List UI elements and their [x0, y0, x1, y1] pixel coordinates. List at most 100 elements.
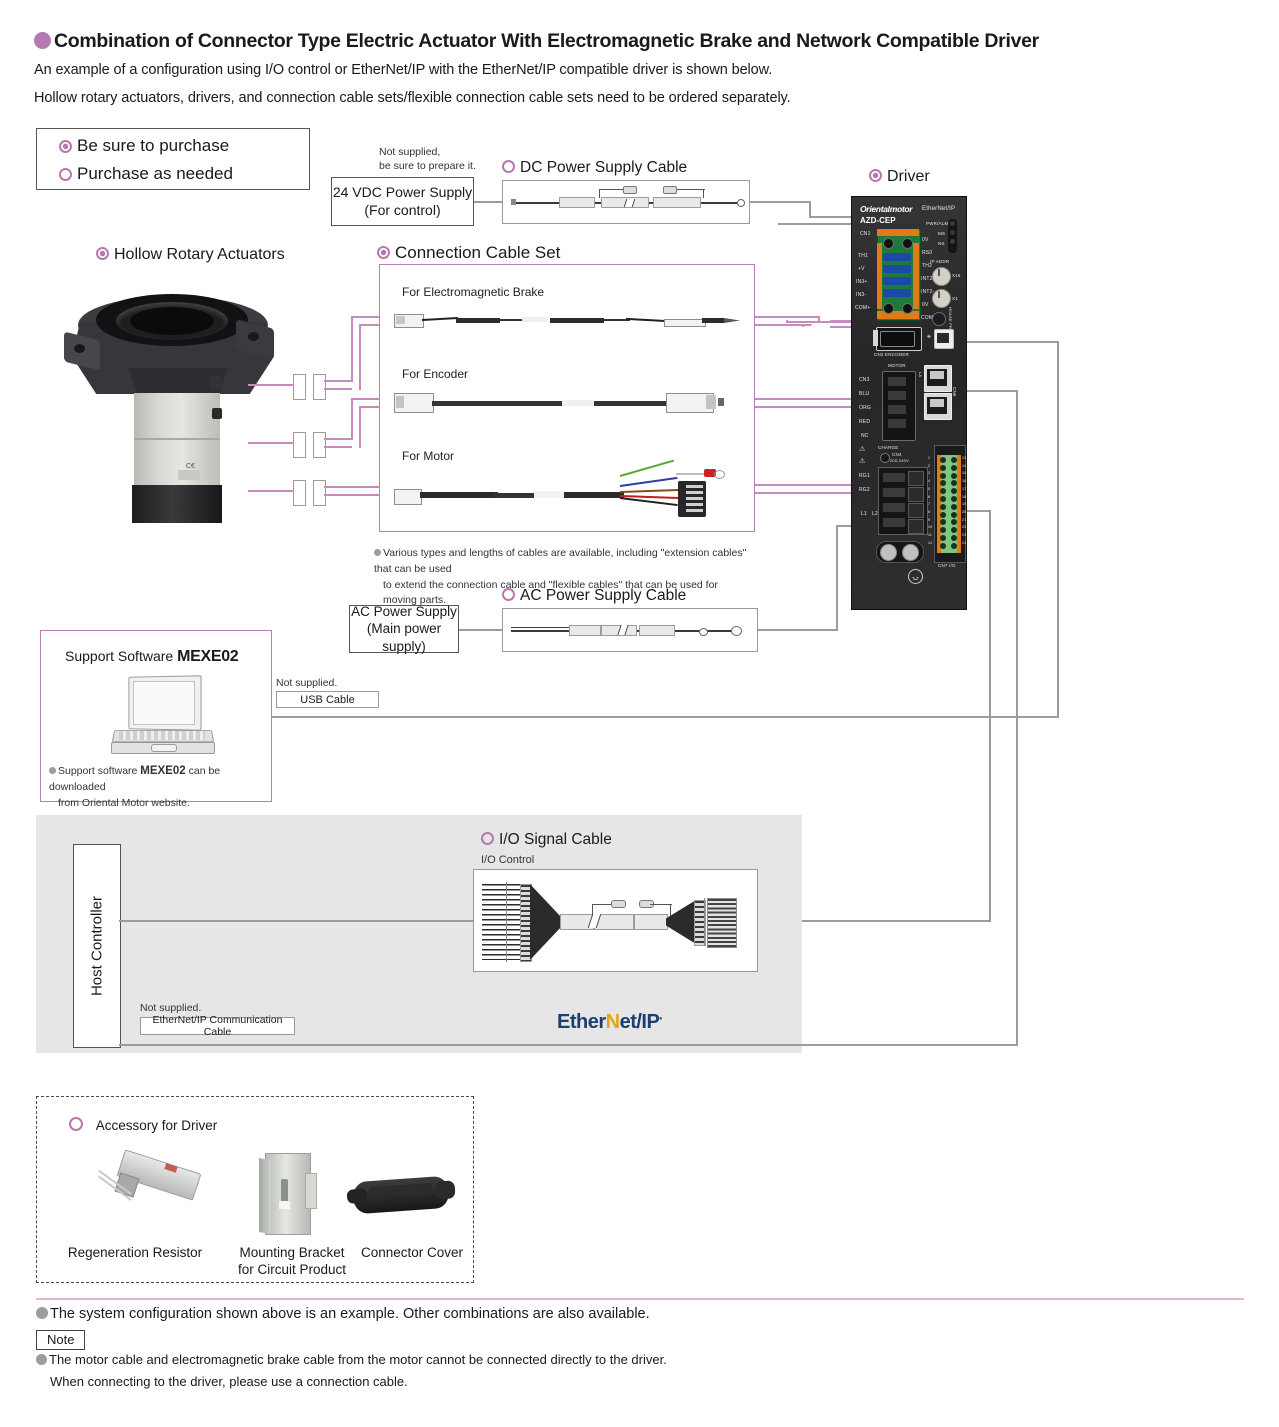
- page-title-text: Combination of Connector Type Electric A…: [54, 30, 1039, 52]
- ac-power-supply-box: AC Power Supply (Main power supply): [349, 604, 459, 654]
- cable-image-motor: [394, 459, 742, 517]
- footer-note-2: When connecting to the driver, please us…: [50, 1374, 408, 1389]
- ac-power-supply-line2: (Main power supply): [366, 621, 442, 654]
- actuator-plug-encoder-b: [313, 432, 326, 458]
- io-terminal-dot: [951, 503, 957, 510]
- bullet-icon: [36, 1354, 47, 1365]
- io-terminal-dot: [940, 542, 946, 549]
- io-signal-cable-caption: I/O Signal Cable: [481, 831, 612, 849]
- io-terminal-dot: [951, 457, 957, 463]
- io-terminal-dot: [951, 511, 957, 518]
- footer-note-1-text: The motor cable and electromagnetic brak…: [49, 1352, 667, 1367]
- driver-unit: Orientalmotor EtherNet/IP AZD-CEP CN1 TH…: [851, 196, 967, 610]
- empty-circle-icon: [481, 832, 494, 845]
- dc-power-supply-box: 24 VDC Power Supply (For control): [331, 177, 474, 226]
- bullet-icon: [36, 1307, 48, 1319]
- bullet-icon: [49, 767, 56, 774]
- io-terminal-dot: [940, 488, 946, 495]
- driver-caption: Driver: [869, 168, 930, 186]
- empty-circle-icon: [502, 160, 515, 173]
- empty-circle-icon: [59, 167, 72, 181]
- hollow-rotary-actuator-image: C€: [60, 280, 320, 540]
- actuator-caption-label: Hollow Rotary Actuators: [114, 246, 285, 263]
- dc-cable-box: [502, 180, 750, 224]
- io-terminal-dot: [951, 472, 957, 479]
- accessory-label-1-line2: for Circuit Product: [237, 1261, 347, 1277]
- ethernet-ip-logo-part1: Ether: [557, 1011, 606, 1033]
- filled-circle-icon: [869, 169, 882, 182]
- io-terminal-dot: [940, 503, 946, 510]
- io-terminal-dot: [940, 496, 946, 502]
- cable-image-brake: [394, 309, 742, 333]
- io-terminal-dot: [940, 472, 946, 479]
- note-tag: Note: [36, 1330, 86, 1350]
- connection-cable-set-caption: Connection Cable Set: [377, 243, 560, 263]
- dc-cable-caption-label: DC Power Supply Cable: [520, 159, 688, 176]
- ac-cable-box: [502, 608, 758, 652]
- mounting-bracket-image: [245, 1149, 335, 1237]
- driver-model-label: AZD-CEP: [860, 216, 896, 225]
- accessory-label-2: Connector Cover: [357, 1245, 467, 1262]
- dc-not-supplied-note: Not supplied, be sure to prepare it.: [379, 145, 476, 173]
- legend-must-purchase-label: Be sure to purchase: [77, 136, 230, 155]
- io-terminal-dot: [940, 457, 946, 463]
- ethernet-comm-cable-label: EtherNet/IP Communication Cable: [152, 1014, 283, 1038]
- driver-network-label: EtherNet/IP: [922, 206, 956, 212]
- actuator-plug-motor-a: [293, 480, 306, 506]
- io-control-sublabel: I/O Control: [481, 854, 535, 866]
- driver-motor-label: MOTOR: [888, 363, 906, 368]
- cable-label-encoder: For Encoder: [402, 367, 469, 381]
- empty-circle-icon: [69, 1117, 83, 1131]
- laptop-icon: [109, 675, 215, 756]
- actuator-plug-brake-b: [313, 374, 326, 400]
- legend-optional-purchase-label: Purchase as needed: [77, 164, 233, 183]
- filled-circle-icon: [377, 246, 390, 259]
- mexe02-note: Support software MEXE02 can be downloade…: [49, 763, 267, 812]
- actuator-plug-brake-a: [293, 374, 306, 400]
- page-subtitle-2: Hollow rotary actuators, drivers, and co…: [34, 90, 791, 106]
- ac-cable-caption-label: AC Power Supply Cable: [520, 587, 687, 604]
- io-signal-cable-box: [473, 869, 758, 972]
- mexe02-title-brand: MEXE02: [177, 648, 239, 665]
- driver-charge-label: CHARGE: [878, 445, 899, 450]
- driver-cn7-label: CN7 I/O: [938, 563, 956, 568]
- dc-cable-caption: DC Power Supply Cable: [502, 159, 687, 177]
- filled-circle-icon: [96, 247, 109, 260]
- accessory-caption: Accessory for Driver: [69, 1117, 217, 1133]
- io-terminal-dot: [940, 511, 946, 518]
- io-terminal-dot: [951, 535, 957, 541]
- legend-must-purchase: Be sure to purchase: [37, 132, 309, 160]
- accessory-label-0: Regeneration Resistor: [55, 1245, 215, 1262]
- io-terminal-dot: [951, 480, 957, 487]
- connection-cable-note-line1: Various types and lengths of cables are …: [374, 547, 747, 575]
- io-signal-cable-caption-label: I/O Signal Cable: [499, 831, 612, 848]
- accessory-label-1: Mounting Bracket for Circuit Product: [227, 1245, 357, 1279]
- host-controller-label: Host Controller: [88, 895, 106, 997]
- usb-cable-box: USB Cable: [276, 691, 379, 708]
- ac-power-supply-line1: AC Power Supply: [351, 604, 457, 620]
- driver-cn2-label: CN2 ENCODER: [874, 352, 909, 357]
- mexe02-note-line2: from Oriental Motor website.: [58, 797, 190, 809]
- usb-not-supplied-label: Not supplied.: [276, 677, 338, 689]
- accessory-label-1-line1: Mounting Bracket: [239, 1245, 345, 1260]
- cable-image-encoder: [394, 391, 742, 415]
- ac-cable-caption: AC Power Supply Cable: [502, 587, 686, 605]
- page-title: Combination of Connector Type Electric A…: [34, 30, 1134, 53]
- legend-optional-purchase: Purchase as needed: [37, 160, 309, 188]
- io-terminal-dot: [951, 464, 957, 471]
- accessory-label-2-line1: Connector Cover: [360, 1245, 464, 1260]
- actuator-caption: Hollow Rotary Actuators: [96, 246, 285, 264]
- cable-label-motor: For Motor: [402, 449, 455, 463]
- driver-ip-addr-label: IP ADDR: [930, 259, 950, 264]
- regeneration-resistor-image: [89, 1149, 209, 1237]
- dc-not-supplied-line2: be sure to prepare it.: [379, 160, 476, 173]
- bullet-icon: [34, 32, 51, 49]
- ethernet-ip-logo-tm: •: [659, 1014, 662, 1023]
- usb-cable-label: USB Cable: [300, 693, 355, 706]
- io-terminal-dot: [940, 535, 946, 541]
- accessory-box: Accessory for Driver Regeneration Resist…: [36, 1096, 474, 1283]
- ethernet-ip-logo: EtherNet/IP•: [557, 1011, 662, 1034]
- note-tag-wrap: Note: [36, 1330, 86, 1350]
- ethernet-ip-logo-part2: N: [605, 1011, 620, 1033]
- actuator-plug-encoder-a: [293, 432, 306, 458]
